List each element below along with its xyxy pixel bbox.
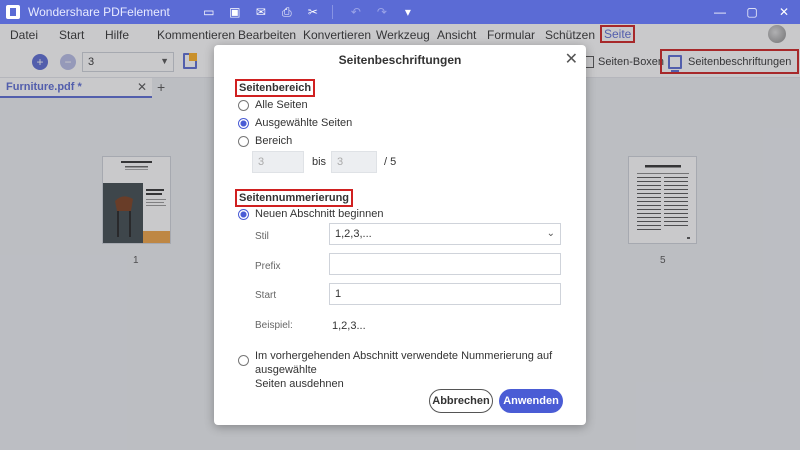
example-value: 1,2,3...: [332, 320, 366, 332]
style-label: Stil: [255, 231, 269, 242]
radio-range[interactable]: Bereich: [238, 135, 292, 147]
range-to-input[interactable]: 3: [331, 151, 377, 173]
radio-label: Alle Seiten: [255, 99, 308, 111]
folder-icon[interactable]: ▭: [198, 3, 220, 21]
start-label: Start: [255, 290, 277, 301]
start-input[interactable]: 1: [329, 283, 561, 305]
page-range-heading: Seitenbereich: [235, 79, 316, 97]
close-icon[interactable]: ✕: [565, 49, 578, 69]
numbering-heading: Seitennummerierung: [235, 189, 354, 207]
undo-icon[interactable]: ↶: [345, 3, 367, 21]
extend-numbering-line-1: Im vorhergehenden Abschnitt verwendete N…: [255, 350, 553, 376]
minimize-button[interactable]: —: [704, 0, 736, 24]
radio-all-pages[interactable]: Alle Seiten: [238, 99, 308, 111]
radio-button[interactable]: [238, 135, 249, 147]
radio-new-section[interactable]: Neuen Abschnitt beginnen: [238, 208, 383, 220]
title-bar: Wondershare PDFelement ▭ ▣ ✉ ⎙ ✂ ↶ ↷ ▾ —…: [0, 0, 800, 24]
extend-numbering-line-2: Seiten ausdehnen: [255, 378, 344, 390]
style-value: 1,2,3,...: [335, 228, 372, 240]
quick-access-dropdown-icon[interactable]: ▾: [397, 3, 419, 21]
radio-label: Neuen Abschnitt beginnen: [255, 208, 384, 220]
range-total-label: / 5: [384, 156, 397, 168]
window-controls: — ▢ ✕: [704, 0, 800, 24]
chevron-down-icon: ⌄: [546, 228, 555, 239]
page-labels-dialog: Seitenbeschriftungen ✕ Seitenbereich All…: [214, 45, 586, 425]
radio-selected-pages[interactable]: Ausgewählte Seiten: [238, 117, 352, 129]
save-icon[interactable]: ▣: [224, 3, 246, 21]
toolbar-divider: [331, 5, 333, 19]
range-to-label: bis: [312, 156, 327, 168]
radio-button[interactable]: [238, 208, 249, 220]
radio-button[interactable]: [238, 99, 249, 111]
redo-icon[interactable]: ↷: [371, 3, 393, 21]
scissors-icon[interactable]: ✂: [302, 3, 324, 21]
apply-button[interactable]: Anwenden: [499, 389, 563, 413]
dialog-title: Seitenbeschriftungen: [338, 53, 462, 67]
range-from-input[interactable]: 3: [252, 151, 304, 173]
prefix-label: Prefix: [255, 261, 281, 272]
radio-button[interactable]: [238, 117, 249, 129]
radio-extend-numbering[interactable]: [238, 355, 249, 366]
example-label: Beispiel:: [255, 320, 293, 331]
cancel-button[interactable]: Abbrechen: [429, 389, 493, 413]
radio-label: Bereich: [255, 135, 293, 147]
app-logo-icon: [6, 5, 20, 19]
close-window-button[interactable]: ✕: [768, 0, 800, 24]
style-select[interactable]: 1,2,3,... ⌄: [329, 223, 561, 245]
radio-label: Ausgewählte Seiten: [255, 117, 353, 129]
extend-numbering-label: Im vorhergehenden Abschnitt verwendete N…: [255, 349, 575, 391]
mail-icon[interactable]: ✉: [250, 3, 272, 21]
maximize-button[interactable]: ▢: [736, 0, 768, 24]
app-title: Wondershare PDFelement: [28, 5, 170, 19]
prefix-input[interactable]: [329, 253, 561, 275]
print-icon[interactable]: ⎙: [276, 3, 298, 21]
